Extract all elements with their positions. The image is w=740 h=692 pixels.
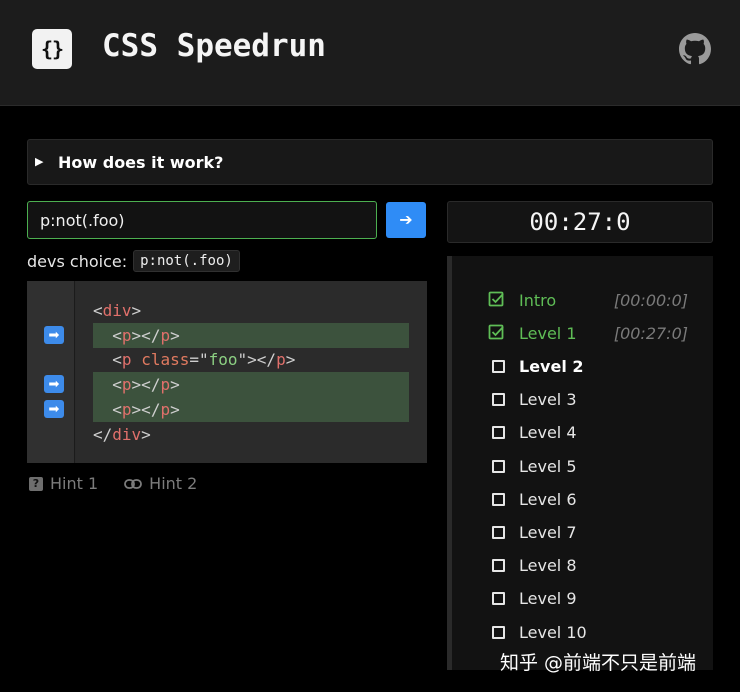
checkbox-icon bbox=[492, 459, 505, 473]
code-line-highlighted: <p></p> bbox=[93, 323, 409, 348]
code-editor: ➡ ➡ ➡ <div> <p></p> <p class="foo"></p> … bbox=[27, 281, 427, 463]
checkbox-checked-icon bbox=[488, 291, 504, 307]
level-label: Level 5 bbox=[519, 456, 577, 476]
timer: 00:27:0 bbox=[447, 201, 713, 243]
github-icon[interactable] bbox=[679, 33, 711, 65]
hint-1-button[interactable]: ? Hint 1 bbox=[29, 474, 98, 493]
level-time: [00:27:0] bbox=[613, 323, 688, 343]
level-item[interactable]: Level 9 bbox=[488, 588, 708, 610]
code-line: <p class="foo"></p> bbox=[112, 350, 296, 369]
level-item[interactable]: Level 5 bbox=[488, 455, 708, 477]
level-item[interactable]: Level 8 bbox=[488, 555, 708, 577]
devs-choice-code: p:not(.foo) bbox=[133, 250, 240, 272]
app-title: CSS Speedrun bbox=[102, 28, 326, 64]
match-arrow-icon: ➡ bbox=[44, 375, 64, 393]
level-label: Level 2 bbox=[519, 356, 584, 376]
level-time: [00:00:0] bbox=[613, 290, 688, 310]
devs-choice-label: devs choice: bbox=[27, 251, 128, 271]
how-label: How does it work? bbox=[58, 153, 224, 172]
how-does-it-work-toggle[interactable]: ▶ How does it work? bbox=[27, 139, 713, 185]
level-label: Level 6 bbox=[519, 489, 577, 509]
level-item[interactable]: Intro [00:00:0] bbox=[488, 289, 708, 311]
code-line: </div> bbox=[93, 425, 151, 444]
watermark: 知乎 @前端不只是前端 bbox=[500, 652, 697, 674]
editor-gutter: ➡ ➡ ➡ bbox=[27, 281, 75, 463]
level-list: Intro [00:00:0] Level 1 [00:27:0] Level 2 Lev… bbox=[447, 256, 713, 670]
match-arrow-icon: ➡ bbox=[44, 400, 64, 418]
checkbox-icon bbox=[492, 592, 505, 606]
level-label: Level 8 bbox=[519, 556, 577, 576]
level-label: Level 9 bbox=[519, 589, 577, 609]
devs-choice: devs choice: p:not(.foo) bbox=[27, 249, 240, 273]
checkbox-checked-icon bbox=[488, 324, 504, 340]
level-item[interactable]: Level 3 bbox=[488, 389, 708, 411]
code-line: <div> bbox=[93, 301, 142, 320]
hint-2-button[interactable]: Hint 2 bbox=[124, 474, 197, 493]
checkbox-icon bbox=[492, 559, 505, 573]
disclosure-triangle-icon: ▶ bbox=[35, 155, 44, 168]
match-arrow-icon: ➡ bbox=[44, 326, 64, 344]
submit-button[interactable]: ➔ bbox=[386, 202, 426, 238]
level-item[interactable]: Level 4 bbox=[488, 422, 708, 444]
level-label: Level 4 bbox=[519, 423, 577, 443]
level-label: Level 3 bbox=[519, 390, 577, 410]
question-icon: ? bbox=[29, 476, 43, 491]
checkbox-icon bbox=[492, 492, 505, 506]
link-icon bbox=[124, 478, 143, 489]
level-label: Intro bbox=[519, 290, 557, 310]
hint-2-label: Hint 2 bbox=[149, 474, 198, 493]
level-item[interactable]: Level 7 bbox=[488, 521, 708, 543]
hint-1-label: Hint 1 bbox=[50, 474, 99, 493]
hints: ? Hint 1 Hint 2 bbox=[29, 474, 197, 493]
code-line-highlighted: <p></p> bbox=[93, 397, 409, 422]
checkbox-icon bbox=[492, 359, 505, 373]
code-line-highlighted: <p></p> bbox=[93, 372, 409, 397]
checkbox-icon bbox=[492, 426, 505, 440]
level-label: Level 10 bbox=[519, 622, 587, 642]
level-label: Level 1 bbox=[519, 323, 577, 343]
code-view: <div> <p></p> <p class="foo"></p> <p></p… bbox=[76, 281, 427, 463]
level-item[interactable]: Level 1 [00:27:0] bbox=[488, 322, 708, 344]
selector-input[interactable] bbox=[27, 201, 377, 239]
app-header: {} CSS Speedrun bbox=[0, 0, 740, 106]
checkbox-icon bbox=[492, 625, 505, 639]
logo: {} bbox=[32, 29, 72, 69]
checkbox-icon bbox=[492, 525, 505, 539]
level-item[interactable]: Level 10 bbox=[488, 621, 708, 643]
level-label: Level 7 bbox=[519, 522, 577, 542]
level-item[interactable]: Level 2 bbox=[488, 355, 708, 377]
checkbox-icon bbox=[492, 393, 505, 407]
arrow-right-icon: ➔ bbox=[399, 212, 413, 229]
level-item[interactable]: Level 6 bbox=[488, 488, 708, 510]
